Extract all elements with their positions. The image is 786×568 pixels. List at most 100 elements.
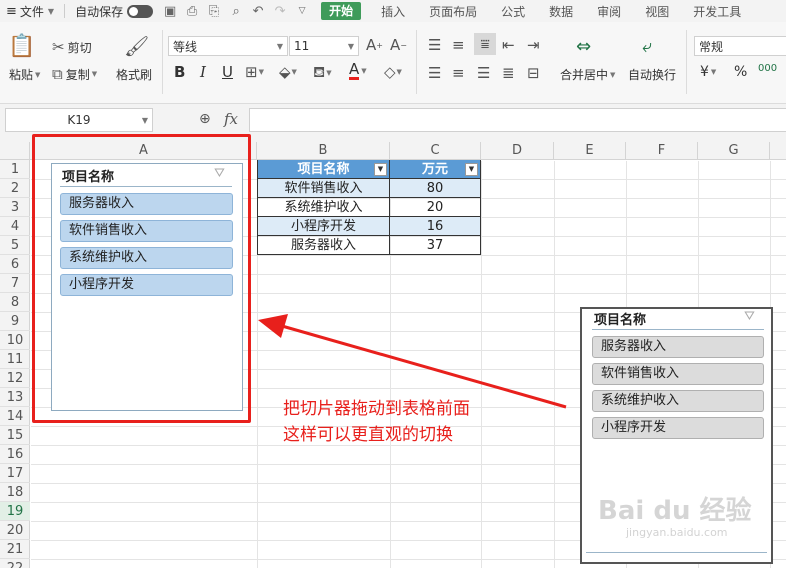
row-header-1[interactable]: 1	[0, 160, 30, 179]
column-header-d[interactable]: D	[481, 142, 554, 160]
save-icon[interactable]: ▣	[159, 0, 181, 22]
export-pdf-icon[interactable]: ⎙	[181, 0, 203, 22]
format-painter-icon-button[interactable]: 🖌	[124, 34, 149, 58]
tab-developer[interactable]: 开发工具	[681, 0, 753, 22]
name-box[interactable]: K19 ▼	[5, 108, 153, 132]
row-header-14[interactable]: 14	[0, 407, 30, 426]
row-header-18[interactable]: 18	[0, 483, 30, 502]
column-header-c[interactable]: C	[390, 142, 481, 160]
tab-page-layout[interactable]: 页面布局	[417, 0, 489, 22]
row-header-9[interactable]: 9	[0, 312, 30, 331]
italic-button[interactable]: I	[200, 63, 206, 81]
table-cell[interactable]: 20	[390, 198, 481, 217]
fill-color-button[interactable]: ⬙ ▼	[279, 63, 297, 81]
file-menu[interactable]: ≡ 文件 ▼	[0, 0, 60, 22]
column-header-b[interactable]: B	[257, 142, 390, 160]
distribute-button[interactable]: ⊟	[527, 64, 540, 82]
column-header-f[interactable]: F	[626, 142, 698, 160]
row-header-22[interactable]: 22	[0, 559, 30, 568]
print-preview-icon[interactable]: ⌕	[225, 0, 247, 22]
table-cell[interactable]: 37	[390, 236, 481, 255]
row-header-4[interactable]: 4	[0, 217, 30, 236]
redo-icon[interactable]: ↷	[269, 0, 291, 22]
row-header-6[interactable]: 6	[0, 255, 30, 274]
align-right-button[interactable]: ☰	[477, 64, 490, 82]
tab-formulas[interactable]: 公式	[489, 0, 537, 22]
font-color-button[interactable]: A ▼	[349, 62, 367, 80]
increase-indent-button[interactable]: ⇥	[527, 36, 540, 54]
column-header-g[interactable]: G	[698, 142, 770, 160]
select-all-corner[interactable]	[0, 142, 30, 160]
filter-dropdown-icon[interactable]: ▼	[374, 163, 387, 176]
decrease-font-button[interactable]: A −	[390, 36, 407, 54]
number-format-select[interactable]: 常规	[694, 36, 786, 56]
copy-button[interactable]: ⧉ 复制 ▼	[52, 65, 97, 83]
cell-style-button[interactable]: ⛾ ▼	[313, 63, 332, 83]
table-cell[interactable]: 小程序开发	[257, 217, 390, 236]
font-size-select[interactable]: 11 ▼	[289, 36, 359, 56]
row-header-19[interactable]: 19	[0, 502, 30, 521]
table-cell[interactable]: 软件销售收入	[257, 179, 390, 198]
align-middle-button[interactable]: ≡	[452, 36, 465, 54]
merge-center-button[interactable]: 合并居中 ▼	[560, 66, 615, 83]
clear-format-button[interactable]: ◇ ▼	[384, 63, 402, 81]
thousands-button[interactable]: 000	[758, 63, 777, 74]
justify-button[interactable]: ≣	[502, 64, 515, 82]
undo-icon[interactable]: ↶	[247, 0, 269, 22]
slicer-item[interactable]: 系统维护收入	[592, 390, 764, 412]
row-header-3[interactable]: 3	[0, 198, 30, 217]
row-header-5[interactable]: 5	[0, 236, 30, 255]
formula-input[interactable]	[249, 108, 786, 132]
table-cell[interactable]: 80	[390, 179, 481, 198]
filter-dropdown-icon[interactable]: ▼	[465, 163, 478, 176]
currency-button[interactable]: ¥ ▼	[700, 64, 716, 80]
align-bottom-button[interactable]: ⩸	[474, 33, 496, 55]
table-header-cell[interactable]: 项目名称 ▼	[257, 160, 390, 179]
print-icon[interactable]: ⎘	[203, 0, 225, 22]
bold-button[interactable]: B	[174, 63, 185, 81]
zoom-icon[interactable]: ⊕	[199, 111, 211, 127]
column-header-e[interactable]: E	[554, 142, 626, 160]
table-cell[interactable]: 16	[390, 217, 481, 236]
autosave-toggle[interactable]: 自动保存	[69, 0, 159, 22]
row-header-2[interactable]: 2	[0, 179, 30, 198]
align-center-button[interactable]: ≡	[452, 64, 465, 82]
tab-review[interactable]: 审阅	[585, 0, 633, 22]
merge-center-icon-button[interactable]: ⇔	[576, 36, 591, 57]
clear-filter-icon[interactable]: ⛛	[744, 309, 755, 324]
align-left-button[interactable]: ☰	[428, 64, 441, 82]
slicer-item[interactable]: 服务器收入	[592, 336, 764, 358]
slicer-item[interactable]: 小程序开发	[592, 417, 764, 439]
row-header-20[interactable]: 20	[0, 521, 30, 540]
row-header-8[interactable]: 8	[0, 293, 30, 312]
paste-label-button[interactable]: 粘贴 ▼	[9, 66, 40, 83]
decrease-indent-button[interactable]: ⇤	[502, 36, 515, 54]
row-header-10[interactable]: 10	[0, 331, 30, 350]
increase-font-button[interactable]: A +	[366, 36, 383, 54]
row-header-17[interactable]: 17	[0, 464, 30, 483]
row-header-21[interactable]: 21	[0, 540, 30, 559]
tab-insert[interactable]: 插入	[369, 0, 417, 22]
fx-icon[interactable]: fx	[224, 110, 238, 128]
paste-button[interactable]: 📋	[8, 34, 35, 59]
tab-data[interactable]: 数据	[537, 0, 585, 22]
row-header-7[interactable]: 7	[0, 274, 30, 293]
format-painter-button[interactable]: 格式刷	[116, 66, 152, 83]
font-name-select[interactable]: 等线 ▼	[168, 36, 288, 56]
tab-home[interactable]: 开始	[321, 2, 362, 20]
table-cell[interactable]: 服务器收入	[257, 236, 390, 255]
customize-dropdown-icon[interactable]: ▽	[291, 0, 313, 22]
borders-button[interactable]: ⊞ ▼	[245, 63, 264, 81]
wrap-text-button[interactable]: 自动换行	[628, 66, 676, 83]
row-header-13[interactable]: 13	[0, 388, 30, 407]
underline-button[interactable]: U	[222, 63, 233, 81]
slicer-item[interactable]: 软件销售收入	[592, 363, 764, 385]
percent-button[interactable]: %	[734, 64, 747, 80]
table-header-cell[interactable]: 万元 ▼	[390, 160, 481, 179]
row-header-15[interactable]: 15	[0, 426, 30, 445]
cut-button[interactable]: ✂ 剪切	[52, 38, 92, 56]
table-cell[interactable]: 系统维护收入	[257, 198, 390, 217]
row-header-11[interactable]: 11	[0, 350, 30, 369]
row-header-12[interactable]: 12	[0, 369, 30, 388]
tab-view[interactable]: 视图	[633, 0, 681, 22]
